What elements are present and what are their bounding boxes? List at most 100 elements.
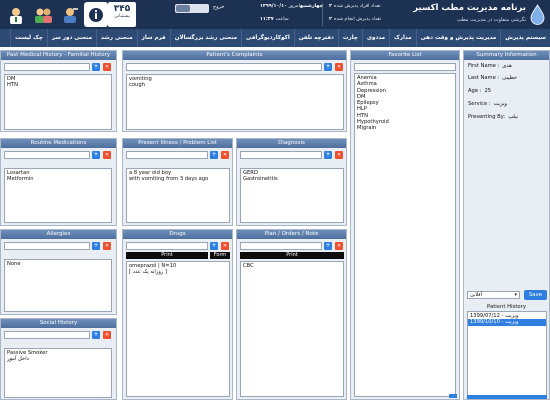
favorite-scroll-button[interactable] bbox=[449, 394, 457, 398]
past-history-input[interactable] bbox=[4, 63, 90, 71]
complaints-list[interactable]: vomiting cough bbox=[126, 74, 344, 130]
presenting-value: نیلپ bbox=[508, 114, 518, 120]
drugs-list[interactable]: omeprazol | N=10 [ روزانه یک عدد ] bbox=[126, 261, 230, 397]
info-icon[interactable] bbox=[84, 2, 108, 27]
routine-meds-add-button[interactable]: + bbox=[92, 151, 100, 159]
diagnosis-list[interactable]: GERD Gastroinetitis bbox=[240, 168, 344, 223]
routine-meds-input[interactable] bbox=[4, 151, 90, 159]
service-value: ویزیت bbox=[493, 101, 507, 107]
diagnosis-add-button[interactable]: + bbox=[324, 151, 332, 159]
last-name-row: Last Name : خطیبی bbox=[468, 75, 518, 81]
past-history-list[interactable]: DM HTN bbox=[4, 74, 112, 130]
app-subtitle: نگرشی متفاوت در مدیریت مطب bbox=[456, 17, 526, 23]
list-item[interactable]: داخل آمور bbox=[7, 356, 109, 362]
doctor-icon[interactable] bbox=[4, 2, 28, 27]
logout-link[interactable]: خروج bbox=[213, 4, 225, 10]
save-button[interactable]: Save bbox=[524, 290, 547, 300]
drugs-panel: Drugs + ✕ Print Form omeprazol | N=10 [ … bbox=[122, 229, 233, 400]
nav-phonebook[interactable]: دفترچه تلفن bbox=[293, 29, 338, 47]
history-item-selected[interactable]: ویزیت - 1399/10/10 bbox=[468, 319, 546, 326]
drugs-remove-button[interactable]: ✕ bbox=[221, 242, 229, 250]
complaints-title: Patient's Complaints bbox=[123, 51, 346, 60]
nav-echocardiography[interactable]: اکوکاردیوگرافی bbox=[241, 29, 294, 47]
list-item[interactable]: None bbox=[7, 261, 109, 267]
allergies-panel: Allergies + ✕ None bbox=[0, 229, 117, 315]
present-illness-list[interactable]: a 8 year old boy with vomiting from 3 da… bbox=[126, 168, 230, 223]
main-nav: سیستم پذیرش مدیریت پذیرش و وقت دهی مدارک… bbox=[0, 29, 550, 47]
present-illness-add-button[interactable]: + bbox=[210, 151, 218, 159]
nav-reception-management[interactable]: مدیریت پذیرش و وقت دهی bbox=[415, 29, 501, 47]
nav-head-circumference[interactable]: منحنی دور سر bbox=[46, 29, 96, 47]
presenting-row: Presenting By: نیلپ bbox=[468, 114, 518, 120]
allergies-list[interactable]: None bbox=[4, 259, 112, 312]
status-select[interactable]: آفلاین ▾ bbox=[467, 291, 520, 299]
past-history-add-button[interactable]: + bbox=[92, 63, 100, 71]
list-item[interactable]: HTN bbox=[7, 82, 109, 88]
allergies-input[interactable] bbox=[4, 242, 90, 250]
complaints-input[interactable] bbox=[126, 63, 322, 71]
complaints-remove-button[interactable]: ✕ bbox=[335, 63, 343, 71]
routine-meds-list[interactable]: Losartan Metformin bbox=[4, 168, 112, 223]
tools-icon[interactable] bbox=[58, 2, 82, 27]
nav-adult-growth-curve[interactable]: منحنی رشد بزرگسالان bbox=[169, 29, 241, 47]
nav-reception-system[interactable]: سیستم پذیرش bbox=[500, 29, 550, 47]
nav-growth-curve[interactable]: منحنی رشد bbox=[96, 29, 137, 47]
status-toggle[interactable] bbox=[175, 4, 209, 13]
plan-input[interactable] bbox=[240, 242, 322, 250]
support-counter[interactable]: ۳۴۵ پشتیبانی bbox=[108, 2, 136, 27]
past-history-title: Past Medical History - Familial History bbox=[1, 51, 116, 60]
drugs-input[interactable] bbox=[126, 242, 208, 250]
complaints-panel: Patient's Complaints + ✕ vomiting cough bbox=[122, 50, 347, 132]
patient-history-title: Patient History bbox=[487, 304, 526, 310]
past-history-remove-button[interactable]: ✕ bbox=[103, 63, 111, 71]
plan-print-button[interactable]: Print bbox=[240, 252, 344, 259]
drugs-form-button[interactable]: Form bbox=[210, 252, 230, 259]
present-illness-remove-button[interactable]: ✕ bbox=[221, 151, 229, 159]
favorite-list[interactable]: Anemia Asthma Depression DM Epilepsy HLP… bbox=[354, 73, 456, 397]
allergies-remove-button[interactable]: ✕ bbox=[103, 242, 111, 250]
nav-madadvi[interactable]: مددوی bbox=[361, 29, 389, 47]
social-history-remove-button[interactable]: ✕ bbox=[103, 331, 111, 339]
drugs-print-button[interactable]: Print bbox=[126, 252, 208, 259]
list-item[interactable]: CBC bbox=[243, 263, 341, 269]
list-item[interactable]: Gastroinetitis bbox=[243, 176, 341, 182]
summary-panel: Summary Information First Name : هدی Last… bbox=[463, 50, 550, 400]
plan-add-button[interactable]: + bbox=[324, 242, 332, 250]
app-logo-icon bbox=[530, 4, 545, 25]
list-item[interactable]: Metformin bbox=[7, 176, 109, 182]
present-illness-title: Present Illness / Problem List bbox=[123, 139, 232, 148]
social-history-add-button[interactable]: + bbox=[92, 331, 100, 339]
present-illness-panel: Present Illness / Problem List + ✕ a 8 y… bbox=[122, 138, 233, 226]
list-item[interactable]: Migrain bbox=[357, 125, 453, 131]
complaints-add-button[interactable]: + bbox=[324, 63, 332, 71]
list-item[interactable]: cough bbox=[129, 82, 341, 88]
present-illness-input[interactable] bbox=[126, 151, 208, 159]
nav-form-builder[interactable]: فرم ساز bbox=[136, 29, 170, 47]
routine-meds-panel: Routine Medications + ✕ Losartan Metform… bbox=[0, 138, 117, 226]
nav-documents[interactable]: مدارک bbox=[389, 29, 416, 47]
plan-remove-button[interactable]: ✕ bbox=[335, 242, 343, 250]
social-history-input[interactable] bbox=[4, 331, 90, 339]
favorite-panel: Favorite List Anemia Asthma Depression D… bbox=[350, 50, 460, 400]
patient-history-list[interactable]: ویزیت - 1399/07/12 ویزیت - 1399/10/10 bbox=[467, 311, 547, 397]
age-value: 25 bbox=[484, 88, 492, 94]
first-name-row: First Name : هدی bbox=[468, 63, 512, 69]
allergies-title: Allergies bbox=[1, 230, 116, 239]
drugs-add-button[interactable]: + bbox=[210, 242, 218, 250]
list-item[interactable]: with vomiting from 3 days ago bbox=[129, 176, 227, 182]
social-history-list[interactable]: Passive Smoker داخل آمور bbox=[4, 348, 112, 398]
routine-meds-remove-button[interactable]: ✕ bbox=[103, 151, 111, 159]
allergies-add-button[interactable]: + bbox=[92, 242, 100, 250]
list-item[interactable]: [ روزانه یک عدد ] bbox=[129, 269, 227, 275]
diagnosis-input[interactable] bbox=[240, 151, 322, 159]
nav-checklist[interactable]: چک لیست bbox=[10, 29, 47, 47]
diagnosis-remove-button[interactable]: ✕ bbox=[335, 151, 343, 159]
users-icon[interactable] bbox=[31, 2, 55, 27]
history-open-button[interactable] bbox=[467, 395, 547, 399]
nav-chart[interactable]: چارت bbox=[337, 29, 362, 47]
favorite-search-input[interactable] bbox=[354, 63, 456, 71]
diagnosis-panel: Diagnosis + ✕ GERD Gastroinetitis bbox=[236, 138, 347, 226]
plan-list[interactable]: CBC bbox=[240, 261, 344, 397]
last-name-value: خطیبی bbox=[502, 75, 518, 81]
app-title: برنامه مدیریت مطب اکسیر bbox=[413, 3, 526, 13]
